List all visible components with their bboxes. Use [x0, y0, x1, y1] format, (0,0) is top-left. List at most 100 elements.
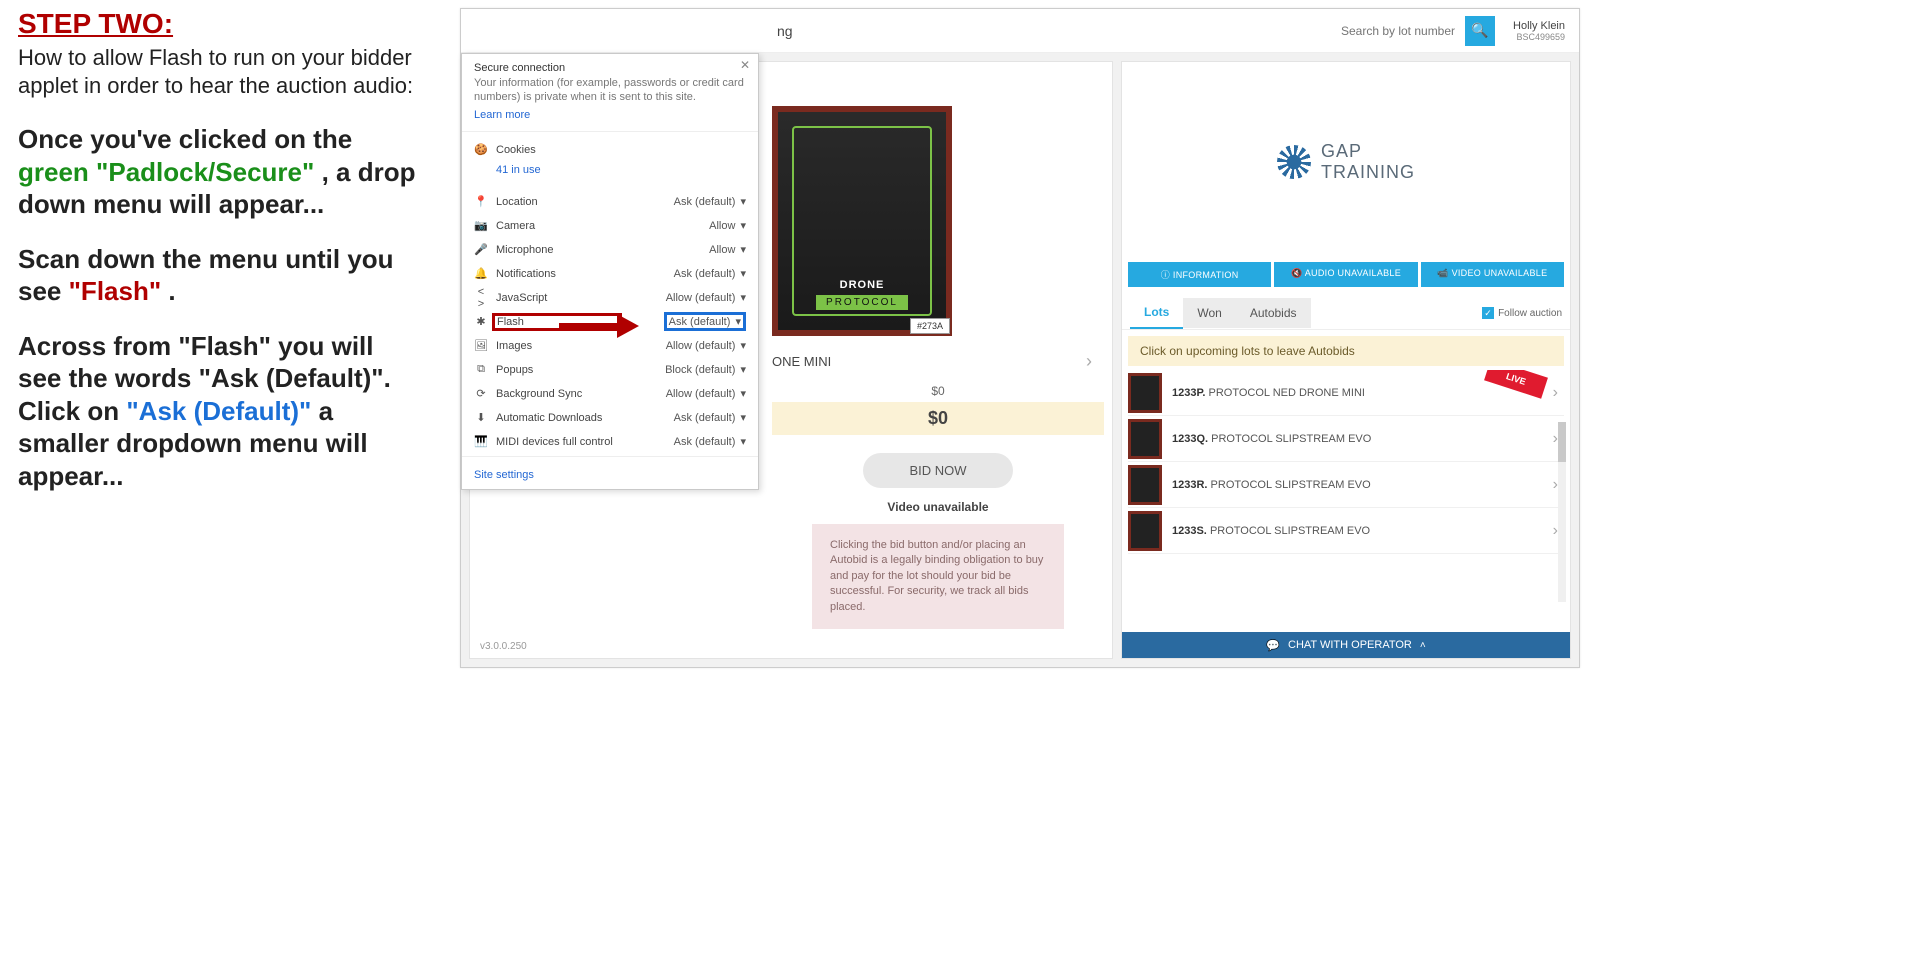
app-header-title-fragment: ng — [777, 23, 793, 39]
perm-value-dropdown[interactable]: Allow (default) ▾ — [666, 339, 746, 352]
lot-title-row[interactable]: ONE MINI › — [772, 346, 1112, 376]
p1-green-text: green "Padlock/Secure" — [18, 157, 314, 187]
chat-icon: 💬 — [1266, 639, 1280, 652]
callout-arrow — [559, 311, 645, 341]
chrome-window: Live Auction - Google Chrome — ☐ ✕ 🔒 Sec… — [460, 8, 1580, 668]
perm-value-dropdown[interactable]: Ask (default) ▾ — [674, 195, 746, 208]
lot-row[interactable]: 1233Q. PROTOCOL SLIPSTREAM EVO› — [1128, 416, 1564, 462]
perm-value-dropdown[interactable]: Ask (default) ▾ — [674, 411, 746, 424]
perm-label: Location — [496, 196, 626, 208]
search-icon: 🔍 — [1471, 22, 1488, 39]
bid-now-button[interactable]: BID NOW — [863, 453, 1013, 488]
lot-row[interactable]: 1233P. PROTOCOL NED DRONE MINILIVE› — [1128, 370, 1564, 416]
perm-label: Notifications — [496, 268, 626, 280]
perm-label: JavaScript — [496, 292, 626, 304]
logo-text-1: GAP — [1321, 141, 1415, 162]
search-button[interactable]: 🔍 — [1465, 16, 1495, 46]
lot-thumbnail — [1128, 419, 1162, 459]
lot-thumbnail — [1128, 373, 1162, 413]
dropdown-title: Secure connection — [474, 62, 746, 74]
lot-image-sticker: #273A — [910, 318, 950, 334]
video-unavailable-button[interactable]: 📹 VIDEO UNAVAILABLE — [1421, 262, 1564, 287]
lot-number: 1233P. — [1172, 387, 1205, 399]
caret-down-icon: ▾ — [740, 388, 746, 400]
dropdown-description: Your information (for example, passwords… — [474, 76, 746, 105]
information-button[interactable]: ⓘ INFORMATION — [1128, 262, 1271, 287]
cookie-icon: 🍪 — [474, 143, 488, 156]
lot-name: PROTOCOL SLIPSTREAM EVO — [1211, 433, 1371, 445]
check-icon: ✓ — [1482, 307, 1494, 319]
site-settings-link[interactable]: Site settings — [474, 469, 534, 481]
chevron-right-icon: › — [1553, 384, 1564, 402]
lot-title-fragment: ONE MINI — [772, 354, 831, 369]
caret-down-icon: ▾ — [740, 196, 746, 208]
caret-down-icon: ▾ — [740, 220, 746, 232]
p2-tail: . — [168, 276, 175, 306]
caret-down-icon: ▾ — [740, 340, 746, 352]
perm-value-dropdown[interactable]: Ask (default) ▾ — [674, 435, 746, 448]
search-input[interactable] — [1329, 20, 1459, 42]
instructions-column: STEP TWO: How to allow Flash to run on y… — [18, 8, 418, 514]
caret-down-icon: ▾ — [740, 364, 746, 376]
p1-lead: Once you've clicked on the — [18, 124, 352, 154]
perm-label: Microphone — [496, 244, 626, 256]
learn-more-link[interactable]: Learn more — [474, 109, 530, 121]
legal-notice: Clicking the bid button and/or placing a… — [812, 524, 1064, 629]
site-settings-dropdown: ✕ Secure connection Your information (fo… — [461, 53, 759, 490]
perm-value-dropdown[interactable]: Ask (default) ▾ — [664, 312, 746, 331]
follow-label: Follow auction — [1498, 308, 1562, 319]
lot-image: DRONE PROTOCOL #273A — [772, 106, 952, 336]
user-name: Holly Klein — [1513, 20, 1565, 32]
perm-icon: 📷 — [474, 219, 488, 232]
permission-row-location: 📍 Location Ask (default) ▾ — [474, 190, 746, 214]
current-bid-banner: $0 — [772, 402, 1104, 435]
permission-row-background-sync: ⟳Background SyncAllow (default) ▾ — [474, 382, 746, 406]
perm-value-dropdown[interactable]: Block (default) ▾ — [665, 363, 746, 376]
autobid-hint: Click on upcoming lots to leave Autobids — [1128, 336, 1564, 366]
perm-icon: 🎹 — [474, 435, 488, 448]
lot-row[interactable]: 1233R. PROTOCOL SLIPSTREAM EVO› — [1128, 462, 1564, 508]
perm-label: Background Sync — [496, 388, 626, 400]
user-id: BSC499659 — [1513, 32, 1565, 42]
chevron-up-icon: ˄ — [1420, 640, 1426, 651]
video-unavailable-label: Video unavailable — [772, 500, 1104, 514]
tab-won[interactable]: Won — [1183, 298, 1235, 328]
lot-name: PROTOCOL NED DRONE MINI — [1209, 387, 1365, 399]
perm-icon: ⬇ — [474, 411, 488, 424]
lot-row[interactable]: 1233S. PROTOCOL SLIPSTREAM EVO› — [1128, 508, 1564, 554]
lot-number: 1233S. — [1172, 525, 1207, 537]
user-block[interactable]: Holly Klein BSC499659 — [1513, 20, 1565, 42]
caret-down-icon: ▾ — [740, 292, 746, 304]
tab-autobids[interactable]: Autobids — [1236, 298, 1311, 328]
perm-icon: ⧉ — [474, 363, 488, 376]
permission-row-midi-devices-full-control: 🎹MIDI devices full controlAsk (default) … — [474, 430, 746, 454]
perm-icon: ✱ — [474, 315, 488, 328]
lot-number: 1233Q. — [1172, 433, 1208, 445]
lot-list: 1233P. PROTOCOL NED DRONE MINILIVE›1233Q… — [1122, 370, 1570, 554]
lot-list-scrollbar[interactable] — [1558, 422, 1566, 602]
lot-number: 1233R. — [1172, 479, 1207, 491]
lot-thumbnail — [1128, 465, 1162, 505]
perm-value-dropdown[interactable]: Allow (default) ▾ — [666, 291, 746, 304]
chat-with-operator-bar[interactable]: 💬 CHAT WITH OPERATOR ˄ — [1122, 632, 1570, 658]
lot-thumbnail — [1128, 511, 1162, 551]
perm-label: Automatic Downloads — [496, 412, 626, 424]
dropdown-close-button[interactable]: ✕ — [740, 58, 750, 72]
perm-value-dropdown[interactable]: Allow ▾ — [709, 243, 746, 256]
instruction-paragraph-2: Scan down the menu until you see "Flash"… — [18, 243, 418, 308]
perm-icon: 📍 — [474, 195, 488, 208]
follow-auction-toggle[interactable]: ✓ Follow auction — [1482, 307, 1562, 319]
perm-value-dropdown[interactable]: Allow (default) ▾ — [666, 387, 746, 400]
tab-lots[interactable]: Lots — [1130, 297, 1183, 329]
perm-value-dropdown[interactable]: Ask (default) ▾ — [674, 267, 746, 280]
audio-unavailable-button[interactable]: 🔇 AUDIO UNAVAILABLE — [1274, 262, 1417, 287]
perm-value-dropdown[interactable]: Allow ▾ — [709, 219, 746, 232]
cookies-count-link[interactable]: 41 in use — [496, 164, 541, 176]
cookies-label: Cookies — [496, 144, 626, 156]
perm-icon: 🎤 — [474, 243, 488, 256]
permission-row-popups: ⧉PopupsBlock (default) ▾ — [474, 358, 746, 382]
caret-down-icon: ▾ — [740, 268, 746, 280]
step-subtitle: How to allow Flash to run on your bidder… — [18, 44, 418, 99]
chevron-right-icon: › — [1086, 351, 1092, 372]
instruction-paragraph-3: Across from "Flash" you will see the wor… — [18, 330, 418, 493]
